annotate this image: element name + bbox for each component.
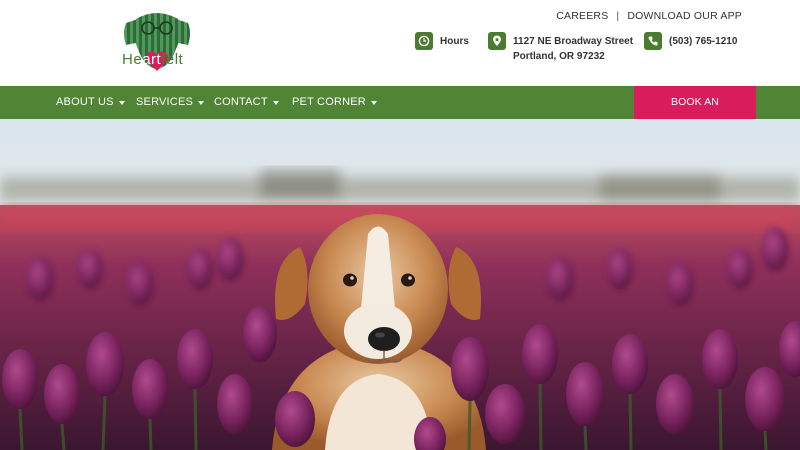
nav-item-contact[interactable]: CONTACT bbox=[214, 86, 279, 119]
nav-label: CONTACT bbox=[214, 96, 268, 108]
caret-down-icon bbox=[370, 101, 377, 105]
address-line-2: Portland, OR 97232 bbox=[513, 51, 605, 62]
hours-info[interactable]: Hours bbox=[415, 32, 469, 50]
address-text: 1127 NE Broadway Street Portland, OR 972… bbox=[513, 32, 633, 64]
nav-label: SERVICES bbox=[136, 96, 194, 108]
nav-item-about-us[interactable]: ABOUT US bbox=[56, 86, 125, 119]
phone-icon bbox=[644, 32, 662, 50]
nav-item-services[interactable]: SERVICES bbox=[136, 86, 205, 119]
hero-image bbox=[0, 119, 800, 450]
link-separator: | bbox=[616, 10, 620, 22]
site-header: Heartfelt CAREERS | DOWNLOAD OUR APP Hou… bbox=[0, 0, 800, 86]
caret-down-icon bbox=[272, 101, 279, 105]
careers-link[interactable]: CAREERS bbox=[556, 10, 608, 22]
nav-label: PET CORNER bbox=[292, 96, 366, 108]
caret-down-icon bbox=[198, 101, 205, 105]
logo-wordmark: Heartfelt bbox=[122, 51, 184, 68]
clock-icon bbox=[415, 32, 433, 50]
site-logo[interactable]: Heartfelt bbox=[118, 9, 196, 79]
hours-label: Hours bbox=[440, 36, 469, 47]
download-app-link[interactable]: DOWNLOAD OUR APP bbox=[627, 10, 742, 22]
nav-item-pet-corner[interactable]: PET CORNER bbox=[292, 86, 377, 119]
utility-links: CAREERS | DOWNLOAD OUR APP bbox=[556, 10, 742, 22]
dog-head-logo-icon bbox=[124, 13, 190, 71]
location-pin-icon bbox=[488, 32, 506, 50]
phone-info[interactable]: (503) 765-1210 bbox=[644, 32, 737, 50]
nav-label: ABOUT US bbox=[56, 96, 114, 108]
dog-in-tulips-illustration bbox=[0, 119, 800, 450]
book-appointment-button[interactable]: BOOK AN APPOINTMENT bbox=[634, 86, 756, 141]
address-info[interactable]: 1127 NE Broadway Street Portland, OR 972… bbox=[488, 32, 633, 64]
caret-down-icon bbox=[118, 101, 125, 105]
phone-number: (503) 765-1210 bbox=[669, 36, 738, 47]
address-line-1: 1127 NE Broadway Street bbox=[513, 36, 634, 47]
